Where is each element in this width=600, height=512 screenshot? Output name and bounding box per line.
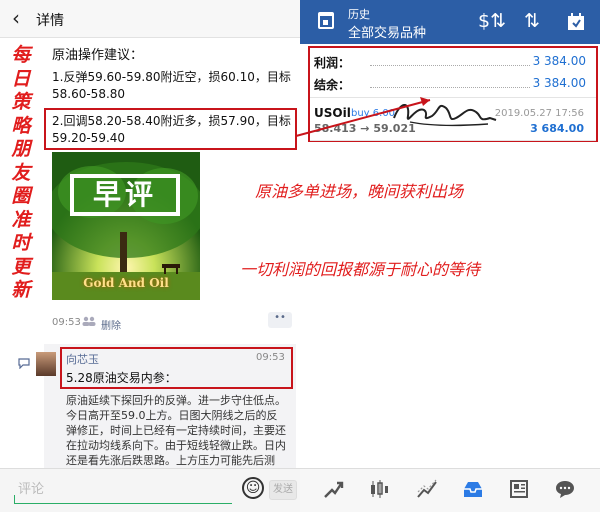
emoji-icon[interactable]: ☺ [242, 477, 264, 499]
chart-trade-icon[interactable] [322, 478, 344, 500]
avatar[interactable] [36, 352, 56, 376]
divider [310, 140, 596, 141]
advice-title: 原油操作建议： [52, 48, 144, 63]
comment-body: 原油延续下探回升的反弹。进一步守住低点。今日高开至59.0上方。日图大阴线之后的… [66, 394, 286, 466]
image-title-text: 早评 [70, 174, 180, 216]
comment-subtitle: 5.28原油交易内参： [66, 371, 177, 385]
vertical-red-note: 每日策略朋友圈准时更新 [11, 44, 31, 301]
overlay-note-1: 原油多单进场，晚间获利出场 [255, 182, 464, 201]
profit-dots [370, 58, 530, 66]
currency-sort-icon[interactable]: $⇅ [478, 10, 506, 32]
trade-side: buy 6.00 [351, 108, 396, 119]
profit-label: 利润： [314, 56, 351, 70]
balance-label: 结余： [314, 78, 351, 92]
post-time: 09:53 [52, 317, 81, 328]
back-icon[interactable]: ‹ [12, 6, 20, 30]
page-title: 详情 [36, 13, 64, 29]
trend-icon[interactable] [416, 478, 438, 500]
detail-header: ‹ 详情 [0, 0, 300, 38]
image-subtitle-text: Gold And Oil [83, 276, 169, 290]
calendar-filter-icon[interactable] [566, 12, 586, 32]
comment-icon [18, 358, 30, 369]
more-button[interactable]: •• [268, 312, 292, 328]
send-button[interactable]: 发送 [269, 480, 297, 500]
delete-link[interactable]: 删除 [101, 317, 121, 332]
overlay-note-2: 一切利润的回报都源于耐心的等待 [240, 260, 481, 279]
trade-date: 2019.05.27 17:56 [494, 108, 584, 119]
balance-dots [370, 80, 530, 88]
comment-time: 09:53 [256, 352, 285, 363]
inbox-icon[interactable] [462, 478, 484, 500]
header-title: 历史 [348, 8, 370, 21]
commenter-name[interactable]: 向芯玉 [66, 351, 99, 367]
candles-icon[interactable] [368, 478, 390, 500]
trade-profit: 3 684.00 [530, 122, 584, 135]
advice-item-1: 1.反弹59.60-59.80附近空，损60.10，目标58.60-58.80 [52, 70, 291, 101]
news-icon[interactable] [508, 478, 530, 500]
calendar-icon[interactable] [318, 12, 334, 29]
history-header: 历史 全部交易品种 $⇅ ⇅ [300, 0, 600, 44]
visibility-icon [82, 316, 96, 326]
screenshot-root: ‹ 详情 每日策略朋友圈准时更新 原油操作建议： 1.反弹59.60-59.80… [0, 0, 600, 512]
chat-icon[interactable] [554, 478, 576, 500]
trade-prices: 58.413 → 59.021 [314, 122, 416, 135]
advice-item-2: 2.回调58.20-58.40附近多，损57.90，目标59.20-59.40 [52, 114, 291, 145]
sort-icon[interactable]: ⇅ [524, 10, 540, 32]
morning-review-image[interactable]: 早评 Gold And Oil [52, 152, 200, 300]
comment-input[interactable]: 评论 [14, 478, 232, 504]
trade-symbol[interactable]: USOil [314, 106, 351, 120]
profit-value: 3 384.00 [532, 54, 586, 68]
header-subtitle[interactable]: 全部交易品种 [348, 22, 426, 41]
balance-value: 3 384.00 [532, 76, 586, 90]
